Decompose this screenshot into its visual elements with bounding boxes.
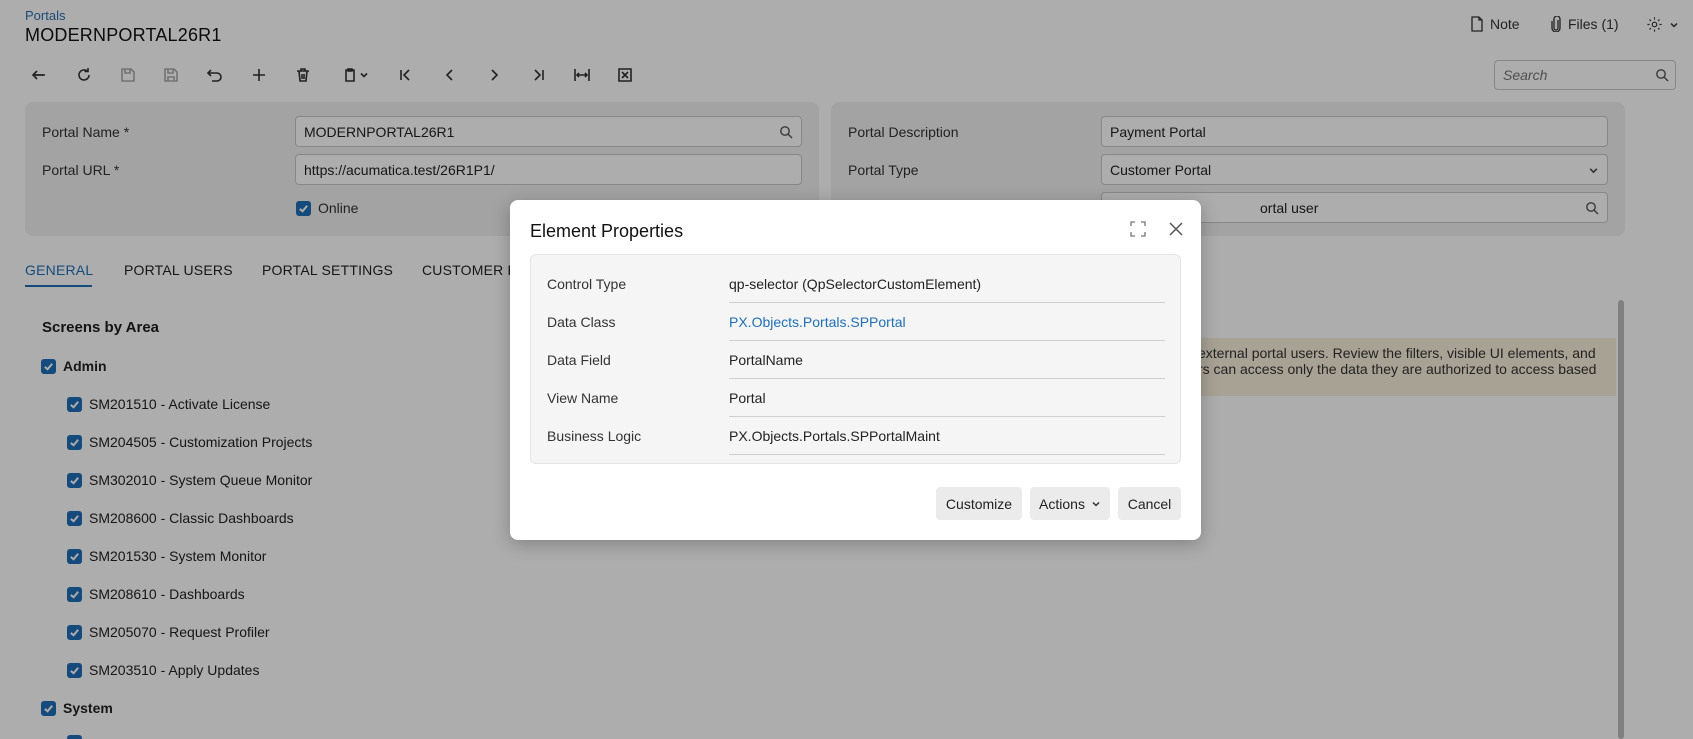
customize-button[interactable]: Customize	[936, 487, 1022, 520]
close-icon	[1169, 222, 1183, 236]
property-row-data-field: Data Field PortalName	[531, 341, 1182, 379]
actions-menu-button[interactable]: Actions	[1030, 487, 1110, 520]
property-label: View Name	[547, 390, 619, 406]
property-row-business-logic: Business Logic PX.Objects.Portals.SPPort…	[531, 417, 1182, 455]
close-button[interactable]	[1166, 219, 1186, 239]
property-row-view-name: View Name Portal	[531, 379, 1182, 417]
cancel-button[interactable]: Cancel	[1118, 487, 1181, 520]
data-class-link[interactable]: PX.Objects.Portals.SPPortal	[729, 314, 906, 330]
maximize-button[interactable]	[1128, 219, 1148, 239]
property-value: PX.Objects.Portals.SPPortalMaint	[729, 428, 940, 444]
chevron-down-icon	[1092, 501, 1100, 507]
properties-panel: Control Type qp-selector (QpSelectorCust…	[530, 254, 1181, 464]
property-row-control-type: Control Type qp-selector (QpSelectorCust…	[531, 265, 1182, 303]
property-value: qp-selector (QpSelectorCustomElement)	[729, 276, 982, 292]
dialog-title: Element Properties	[530, 221, 684, 241]
property-label: Data Field	[547, 352, 611, 368]
property-divider	[729, 454, 1165, 455]
property-value: Portal	[729, 390, 766, 406]
cancel-label: Cancel	[1127, 495, 1172, 512]
property-label: Control Type	[547, 276, 627, 292]
property-value: PortalName	[729, 352, 803, 368]
property-label: Business Logic	[547, 428, 642, 444]
property-label: Data Class	[547, 314, 616, 330]
customize-label: Customize	[945, 495, 1013, 512]
expand-icon	[1130, 221, 1146, 237]
property-row-data-class: Data Class PX.Objects.Portals.SPPortal	[531, 303, 1182, 341]
actions-label: Actions	[1039, 495, 1085, 512]
element-properties-dialog: Element Properties Control Type qp-selec…	[510, 200, 1201, 540]
